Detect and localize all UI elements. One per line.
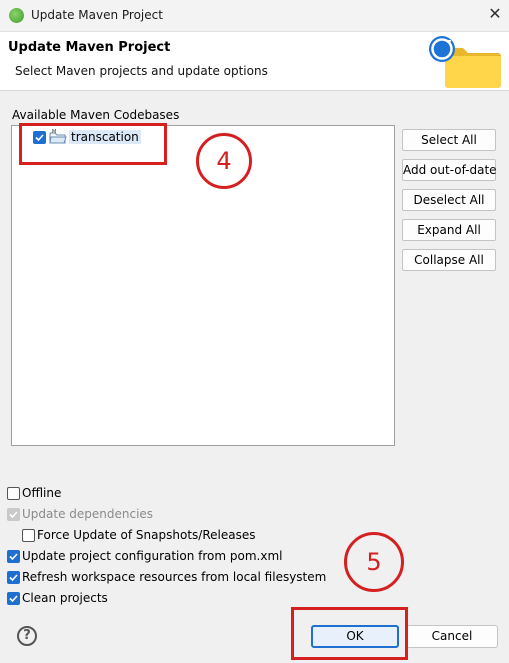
clean-projects-checkbox[interactable] bbox=[7, 592, 20, 605]
add-out-of-date-button[interactable]: Add out-of-date bbox=[402, 159, 497, 181]
refresh-workspace-checkbox[interactable] bbox=[7, 571, 20, 584]
offline-checkbox[interactable] bbox=[7, 487, 20, 500]
update-folder-icon bbox=[425, 34, 503, 90]
force-update-option[interactable]: Force Update of Snapshots/Releases bbox=[0, 528, 260, 544]
clean-projects-label: Clean projects bbox=[22, 591, 108, 605]
offline-option[interactable]: Offline bbox=[0, 486, 120, 502]
update-config-label: Update project configuration from pom.xm… bbox=[22, 549, 283, 563]
annotation-step-marker: 5 bbox=[344, 532, 404, 592]
annotation-highlight-ok bbox=[291, 607, 408, 660]
force-update-checkbox[interactable] bbox=[22, 529, 35, 542]
refresh-workspace-option[interactable]: Refresh workspace resources from local f… bbox=[0, 570, 326, 586]
deselect-all-button[interactable]: Deselect All bbox=[402, 189, 496, 211]
close-icon[interactable]: ✕ bbox=[486, 5, 504, 23]
clean-projects-option[interactable]: Clean projects bbox=[0, 591, 140, 607]
select-all-button[interactable]: Select All bbox=[402, 129, 496, 151]
refresh-workspace-label: Refresh workspace resources from local f… bbox=[22, 570, 327, 584]
update-dependencies-label: Update dependencies bbox=[22, 507, 154, 521]
help-icon[interactable]: ? bbox=[17, 626, 37, 646]
page-title: Update Maven Project bbox=[8, 40, 171, 55]
codebases-label: Available Maven Codebases bbox=[12, 108, 180, 122]
cancel-button[interactable]: Cancel bbox=[406, 625, 498, 648]
update-config-option[interactable]: Update project configuration from pom.xm… bbox=[0, 549, 300, 565]
window-title: Update Maven Project bbox=[31, 8, 163, 22]
spring-app-icon bbox=[9, 8, 24, 23]
update-config-checkbox[interactable] bbox=[7, 550, 20, 563]
page-description: Select Maven projects and update options bbox=[15, 64, 268, 78]
update-dependencies-option: Update dependencies bbox=[0, 507, 200, 523]
annotation-step-marker: 4 bbox=[196, 133, 252, 189]
offline-label: Offline bbox=[22, 486, 62, 500]
expand-all-button[interactable]: Expand All bbox=[402, 219, 496, 241]
annotation-highlight-project bbox=[19, 123, 167, 165]
force-update-label: Force Update of Snapshots/Releases bbox=[37, 528, 256, 542]
update-dependencies-checkbox bbox=[7, 508, 20, 521]
collapse-all-button[interactable]: Collapse All bbox=[402, 249, 496, 271]
